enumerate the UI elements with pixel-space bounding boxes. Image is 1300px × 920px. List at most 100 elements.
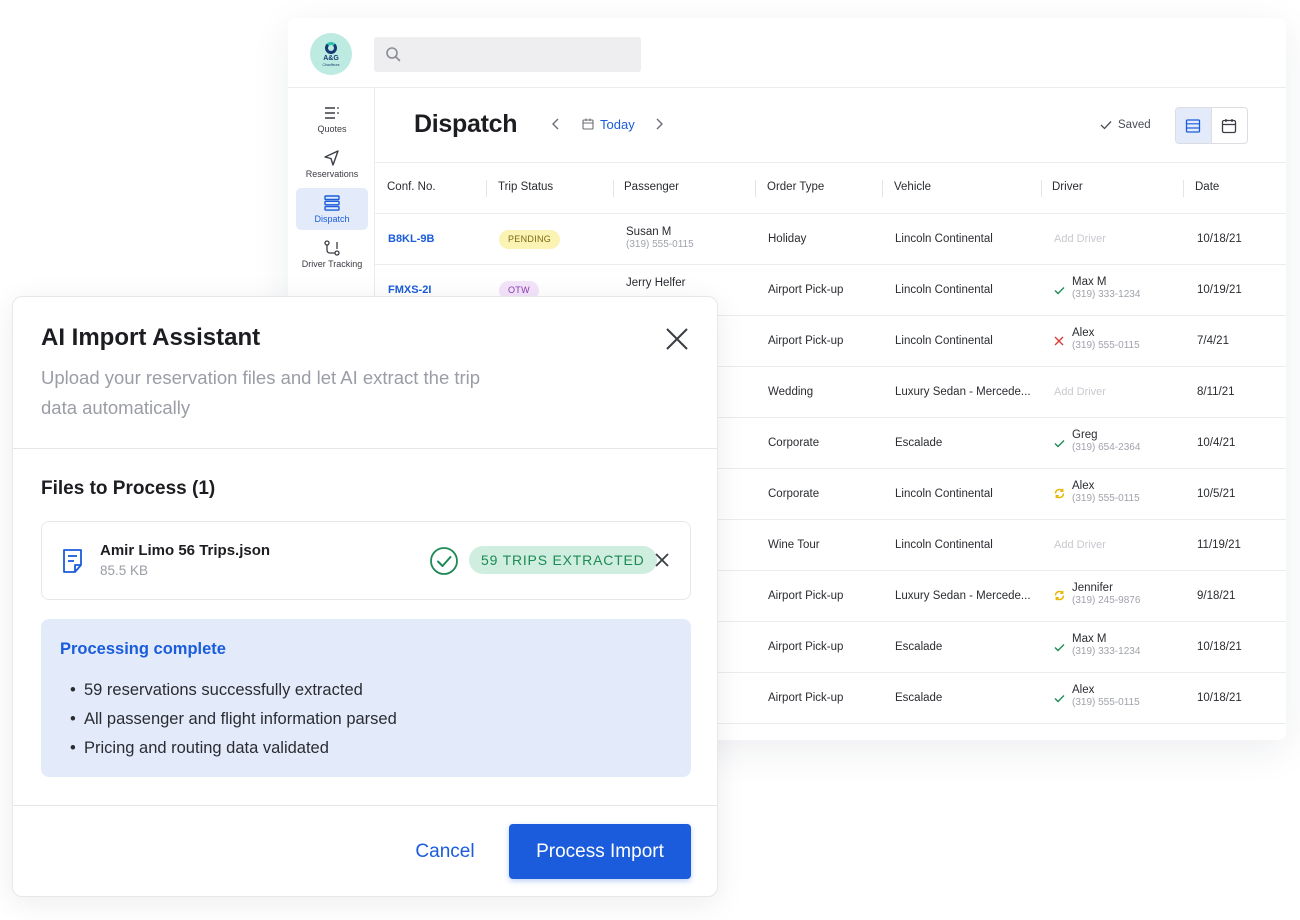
sidebar-item-dispatch[interactable]: Dispatch — [296, 188, 368, 230]
conf-number-link[interactable]: FMXS-2I — [388, 284, 431, 296]
trip-date: 7/4/21 — [1197, 335, 1229, 347]
calendar-icon — [582, 118, 594, 130]
document-icon — [63, 549, 82, 573]
check-icon — [1054, 435, 1065, 453]
status-badge: 59 TRIPS EXTRACTED — [469, 546, 657, 574]
sidebar-item-label: Dispatch — [314, 213, 350, 224]
trip-date: 10/4/21 — [1197, 437, 1236, 449]
vehicle: Lincoln Continental — [895, 284, 993, 296]
saved-indicator: Saved — [1100, 119, 1151, 131]
check-icon — [1054, 690, 1065, 708]
close-icon[interactable] — [663, 325, 691, 353]
passenger-phone: (319) 555-0115 — [626, 239, 694, 250]
driver-name: Alex — [1072, 327, 1095, 339]
column-divider — [1183, 180, 1184, 197]
list-item: All passenger and flight information par… — [70, 705, 397, 734]
order-type: Airport Pick-up — [768, 641, 844, 653]
driver-name: Alex — [1072, 684, 1095, 696]
driver-cell[interactable]: Alex (319) 555-0115 — [1054, 327, 1140, 351]
trip-date: 10/5/21 — [1197, 488, 1236, 500]
search-input[interactable] — [374, 37, 641, 72]
order-type: Airport Pick-up — [768, 284, 844, 296]
driver-name: Alex — [1072, 480, 1095, 492]
check-icon — [1054, 639, 1065, 657]
driver-cell[interactable]: Greg (319) 654-2364 — [1054, 429, 1140, 453]
remove-file-icon[interactable] — [654, 552, 670, 568]
view-toggle — [1175, 107, 1248, 144]
order-type: Corporate — [768, 488, 820, 500]
logo-text: A&G — [323, 54, 339, 62]
sidebar-item-driver-tracking[interactable]: Driver Tracking — [296, 233, 368, 275]
chevron-right-icon[interactable] — [651, 116, 667, 132]
column-header-driver[interactable]: Driver — [1052, 181, 1083, 193]
driver-cell[interactable]: Jennifer (319) 245-9876 — [1054, 582, 1140, 606]
passenger-cell: Susan M (319) 555-0115 — [626, 226, 694, 250]
process-import-button[interactable]: Process Import — [509, 824, 691, 879]
trip-date: 10/18/21 — [1197, 692, 1242, 704]
vehicle: Lincoln Continental — [895, 335, 993, 347]
list-view-icon — [1186, 118, 1201, 133]
driver-cell[interactable]: Max M (319) 333-1234 — [1054, 633, 1140, 657]
order-type: Holiday — [768, 233, 807, 245]
driver-cell[interactable]: Alex (319) 555-0115 — [1054, 480, 1140, 504]
today-button[interactable]: Today — [582, 117, 635, 132]
column-header-conf-no[interactable]: Conf. No. — [387, 181, 436, 193]
column-header-passenger[interactable]: Passenger — [624, 181, 679, 193]
calendar-view-button[interactable] — [1212, 108, 1248, 143]
vehicle: Lincoln Continental — [895, 488, 993, 500]
column-divider — [613, 180, 614, 197]
add-driver-link[interactable]: Add Driver — [1054, 539, 1106, 551]
sidebar-item-label: Driver Tracking — [301, 258, 363, 269]
sync-icon — [1054, 588, 1065, 606]
today-label: Today — [600, 116, 635, 132]
list-view-button[interactable] — [1176, 108, 1212, 143]
column-header-date[interactable]: Date — [1195, 181, 1219, 193]
driver-cell[interactable]: Max M (319) 333-1234 — [1054, 276, 1140, 300]
chevron-left-icon[interactable] — [548, 116, 564, 132]
company-logo[interactable]: A&G Chauffeurs — [310, 33, 352, 75]
conf-number-link[interactable]: B8KL-9B — [388, 233, 434, 245]
top-bar: A&G Chauffeurs — [288, 18, 1286, 88]
vehicle: Luxury Sedan - Mercede... — [895, 590, 1031, 602]
cancel-button[interactable]: Cancel — [395, 825, 495, 879]
driver-name: Max M — [1072, 633, 1107, 645]
driver-phone: (319) 245-9876 — [1072, 595, 1141, 606]
column-header-trip-status[interactable]: Trip Status — [498, 181, 553, 193]
sidebar-item-reservations[interactable]: Reservations — [296, 143, 368, 185]
vehicle: Escalade — [895, 437, 943, 449]
add-driver-link[interactable]: Add Driver — [1054, 386, 1106, 398]
order-type: Airport Pick-up — [768, 590, 844, 602]
vehicle: Lincoln Continental — [895, 539, 993, 551]
modal-title: AI Import Assistant — [41, 324, 261, 351]
route-icon — [324, 239, 340, 256]
files-heading: Files to Process (1) — [41, 478, 216, 499]
column-divider — [755, 180, 756, 197]
list-item: 59 reservations successfully extracted — [70, 676, 397, 705]
sidebar-item-quotes[interactable]: Quotes — [296, 98, 368, 140]
logo-subtext: Chauffeurs — [322, 62, 340, 67]
driver-phone: (319) 333-1234 — [1072, 646, 1141, 657]
order-type: Airport Pick-up — [768, 335, 844, 347]
stack-icon — [324, 194, 340, 211]
navigation-arrow-icon — [324, 149, 339, 166]
column-divider — [486, 180, 487, 197]
vehicle: Lincoln Continental — [895, 233, 993, 245]
check-icon — [1054, 282, 1065, 300]
page-title: Dispatch — [414, 110, 518, 138]
trip-date: 10/18/21 — [1197, 233, 1242, 245]
vehicle: Escalade — [895, 692, 943, 704]
modal-subtitle: Upload your reservation files and let AI… — [41, 367, 481, 418]
column-header-vehicle[interactable]: Vehicle — [894, 181, 931, 193]
column-header-order-type[interactable]: Order Type — [767, 181, 824, 193]
trip-date: 11/19/21 — [1197, 539, 1241, 551]
sidebar-item-label: Quotes — [317, 123, 347, 134]
list-icon — [325, 106, 339, 119]
table-row[interactable]: B8KL-9B PENDING Susan M (319) 555-0115 Holid… — [375, 214, 1286, 265]
list-item: Pricing and routing data validated — [70, 734, 397, 763]
driver-phone: (319) 555-0115 — [1072, 697, 1140, 708]
trip-date: 9/18/21 — [1197, 590, 1236, 602]
driver-cell[interactable]: Alex (319) 555-0115 — [1054, 684, 1140, 708]
passenger-cell: Jerry Helfer — [626, 277, 685, 289]
add-driver-link[interactable]: Add Driver — [1054, 233, 1106, 245]
logo-mark-icon — [325, 41, 337, 54]
